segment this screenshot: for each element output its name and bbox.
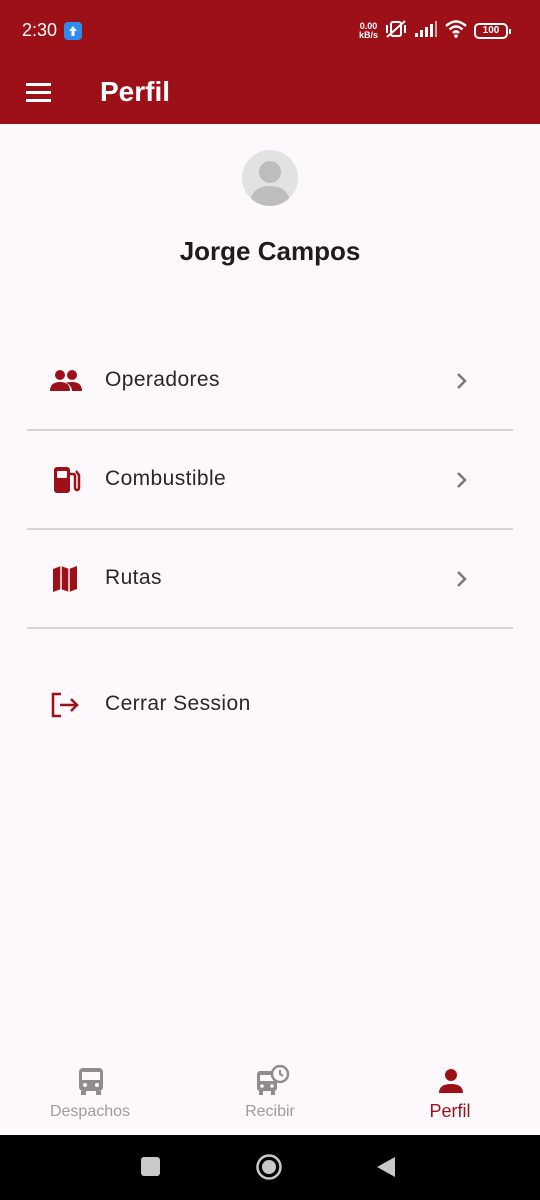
nav-perfil[interactable]: Perfil [360,1055,540,1135]
hamburger-menu-icon[interactable] [24,74,54,110]
logout-icon [49,691,83,719]
upload-notification-icon [64,22,82,40]
menu-item-label: Rutas [105,566,162,589]
menu-item-rutas[interactable]: Rutas [27,529,513,628]
menu-item-label: Operadores [105,368,220,391]
nav-label: Recibir [245,1103,295,1120]
profile-name: Jorge Campos [179,236,361,266]
bottom-navigation: Despachos Recibir Perfil [0,1055,540,1135]
net-speed-unit: kB/s [358,30,378,40]
menu-item-operadores[interactable]: Operadores [27,331,513,430]
map-icon [49,565,83,593]
net-speed: 0.00 kB/s [359,22,378,40]
nav-despachos[interactable]: Despachos [0,1055,180,1135]
back-icon[interactable] [375,1155,397,1184]
gas-station-icon [49,466,83,494]
status-bar: 2:30 0.00 kB/s 100 [0,0,540,60]
menu-item-label: Combustible [105,467,227,490]
vibrate-off-icon [384,19,408,44]
nav-recibir[interactable]: Recibir [180,1055,360,1135]
app-bar: Perfil [0,60,540,124]
divider [27,627,513,629]
signal-icon [414,20,438,43]
menu-item-cerrar-session[interactable]: Cerrar Session [27,655,513,754]
system-navigation-bar [0,1135,540,1200]
chevron-right-icon [455,470,469,490]
person-avatar-icon [242,150,298,206]
battery-indicator: 100 [474,23,511,39]
chevron-right-icon [455,371,469,391]
page-title: Perfil [100,76,171,107]
status-time: 2:30 [22,20,58,40]
people-icon [49,367,83,395]
person-icon [435,1065,467,1097]
recents-icon[interactable] [140,1155,162,1184]
nav-label: Perfil [429,1101,471,1121]
chevron-right-icon [455,569,469,589]
home-icon[interactable] [255,1153,283,1186]
nav-label: Despachos [49,1103,131,1120]
status-icons: 0.00 kB/s 100 [359,18,511,44]
wifi-icon [444,19,468,44]
bus-clock-icon [255,1064,290,1097]
menu-item-combustible[interactable]: Combustible [27,430,513,529]
menu-item-label: Cerrar Session [105,692,251,715]
bus-icon [75,1065,107,1097]
